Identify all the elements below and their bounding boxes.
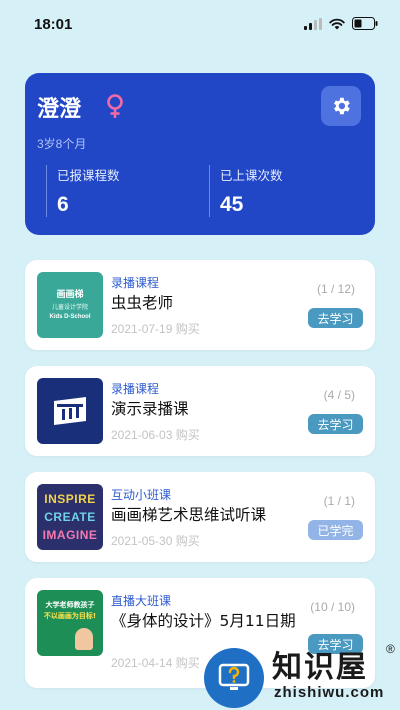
course-list: 画画梯 儿童设计学院 Kids D-School 录播课程 虫虫老师 2021-… [25,260,375,704]
stat-value: 45 [220,193,244,216]
thumb-line: IMAGINE [42,528,98,542]
completed-button[interactable]: 已学完 [308,520,363,540]
course-progress: (4 / 5) [323,388,355,402]
course-thumbnail [37,378,103,444]
study-button[interactable]: 去学习 [308,308,363,328]
watermark-domain: zhishiwu.com [274,684,385,701]
course-type: 录播课程 [111,276,160,290]
thumb-line: 大学老师教孩子 [45,601,95,609]
thumb-subtitle: 儿童设计学院 [51,304,88,311]
course-progress: (1 / 12) [316,282,355,296]
female-icon [107,94,123,118]
thumb-figure [75,628,93,650]
course-progress: (1 / 1) [323,494,355,508]
child-age: 3岁8个月 [37,137,87,151]
status-time: 18:01 [34,16,73,33]
watermark-logo-icon [204,648,264,708]
course-type: 录播课程 [111,382,160,396]
thumb-english: Kids D-School [49,314,91,320]
stat-enrolled-courses: 已报课程数 6 [46,165,120,217]
course-thumbnail: INSPIRE CREATE IMAGINE [37,484,103,550]
recording-logo-icon [54,397,86,425]
battery-icon [352,17,378,30]
registered-mark: ® [386,642,395,656]
stat-label: 已上课次数 [220,169,283,183]
course-progress: (10 / 10) [310,600,355,614]
course-title: 画画梯艺术思维试听课 [111,506,267,524]
status-icons [304,17,378,30]
course-card[interactable]: 画画梯 儿童设计学院 Kids D-School 录播课程 虫虫老师 2021-… [25,260,375,350]
signal-icon [304,17,322,30]
stat-attended-classes: 已上课次数 45 [209,165,283,217]
watermark: 知识屋 ® zhishiwu.com [200,640,400,710]
stat-label: 已报课程数 [57,169,120,183]
course-type: 互动小班课 [111,488,172,502]
course-thumbnail: 画画梯 儿童设计学院 Kids D-School [37,272,103,338]
profile-card: 澄澄 3岁8个月 已报课程数 6 已上课次数 45 [25,73,375,235]
child-name: 澄澄 [37,97,82,122]
thumb-brand: 画画梯 [56,290,84,300]
purchase-date: 2021-05-30 购买 [111,534,200,548]
course-card[interactable]: INSPIRE CREATE IMAGINE 互动小班课 画画梯艺术思维试听课 … [25,472,375,562]
status-bar: 18:01 [0,0,400,50]
wifi-icon [329,18,345,29]
course-title: 《身体的设计》5月11日期 [111,612,296,630]
question-monitor-icon [218,663,250,690]
course-thumbnail: 大学老师教孩子 不以画画为目标! [37,590,103,656]
course-type: 直播大班课 [111,594,172,608]
thumb-line: CREATE [44,510,96,524]
course-title: 虫虫老师 [111,294,174,312]
thumb-line: 不以画画为目标! [43,612,97,620]
course-title: 演示录播课 [111,400,189,418]
study-button[interactable]: 去学习 [308,414,363,434]
thumb-line: INSPIRE [44,492,96,506]
watermark-title: 知识屋 [272,650,368,685]
settings-button[interactable] [321,86,361,126]
course-card[interactable]: 录播课程 演示录播课 2021-06-03 购买 (4 / 5) 去学习 [25,366,375,456]
purchase-date: 2021-04-14 购买 [111,656,200,670]
gear-icon [334,97,350,115]
stat-value: 6 [57,193,69,216]
purchase-date: 2021-06-03 购买 [111,428,200,442]
purchase-date: 2021-07-19 购买 [111,322,200,336]
